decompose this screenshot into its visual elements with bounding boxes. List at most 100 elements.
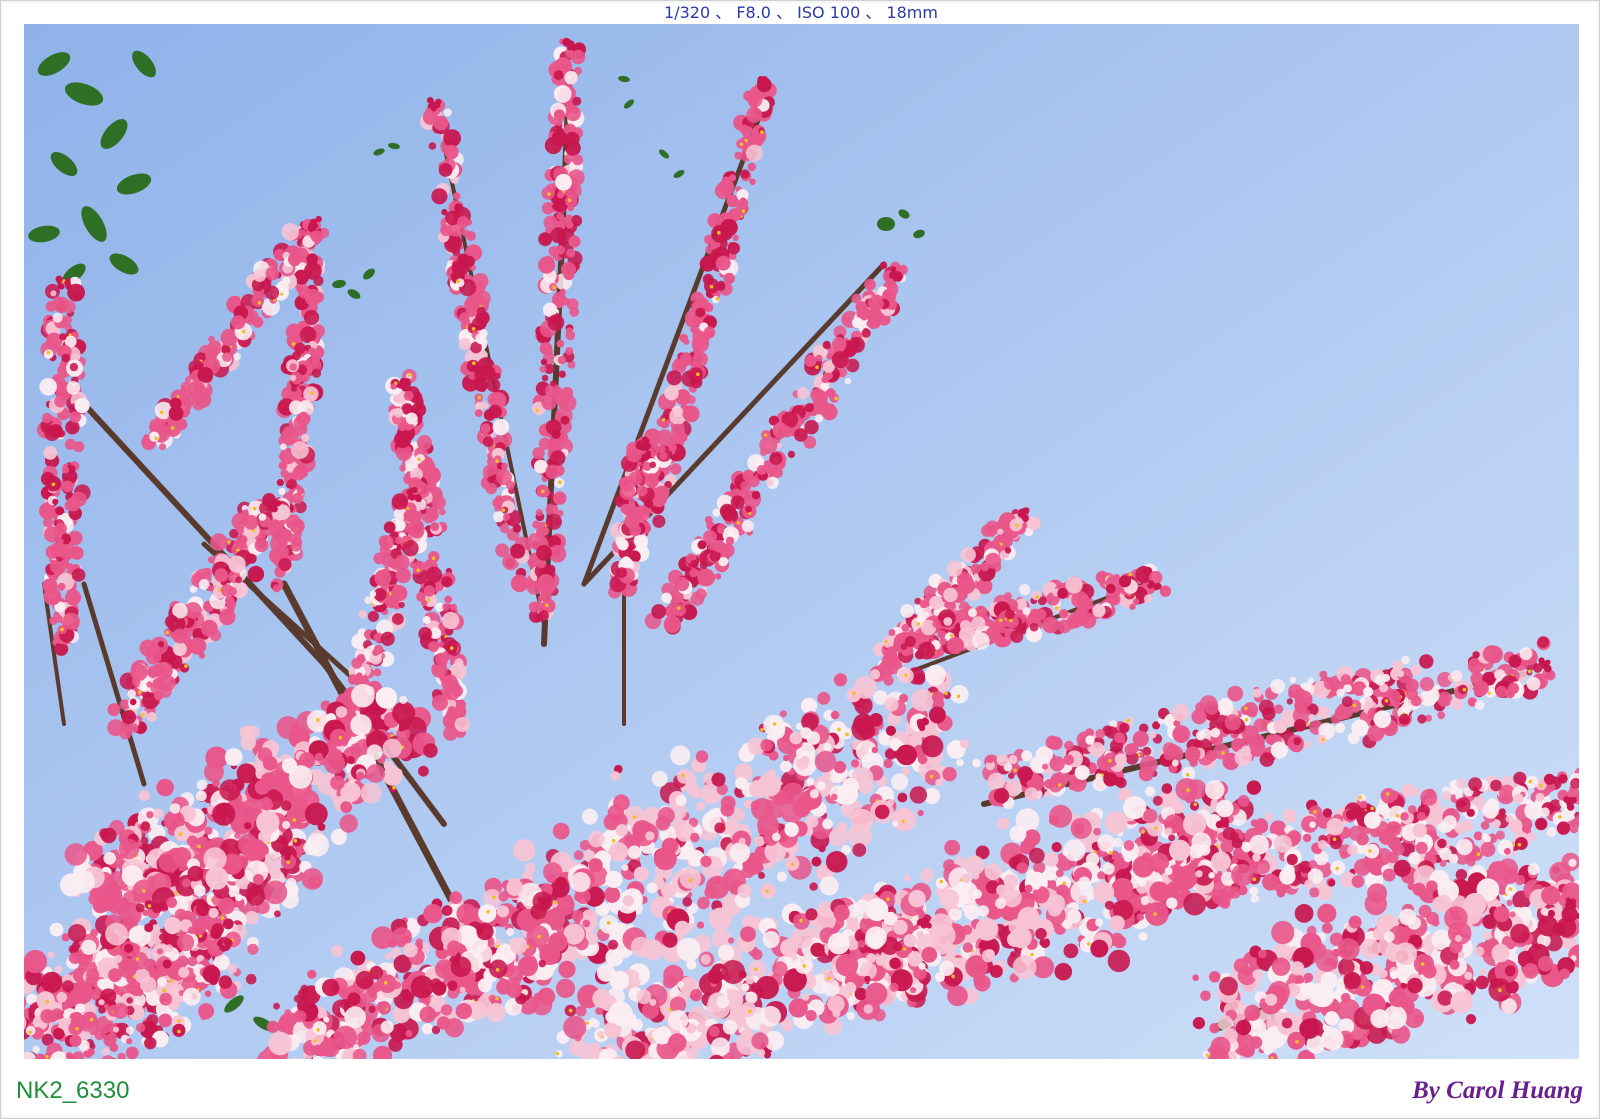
blossom (560, 415, 570, 425)
blossom (968, 608, 977, 618)
blossom (72, 870, 95, 894)
blossom (1259, 752, 1275, 767)
bud (893, 271, 899, 278)
blossom (59, 333, 67, 341)
blossom (1264, 812, 1274, 821)
blossom (668, 443, 677, 452)
blossom (428, 641, 439, 652)
blossom (1363, 686, 1374, 697)
blossom (1059, 609, 1069, 619)
blossom (1347, 844, 1358, 856)
blossom (297, 487, 304, 495)
blossom (1451, 670, 1462, 682)
blossom (280, 469, 289, 478)
blossom (358, 610, 368, 619)
stamen (178, 832, 183, 836)
blossom (1250, 894, 1259, 903)
blossom (288, 252, 302, 267)
blossom (317, 823, 326, 831)
blossom (282, 820, 291, 830)
blossom (311, 368, 322, 378)
blossom (165, 614, 179, 629)
blossom (565, 327, 574, 335)
blossom (1474, 700, 1485, 710)
blossom (1441, 790, 1452, 801)
blossom (81, 939, 97, 955)
blossom (1401, 655, 1410, 665)
blossom (556, 119, 563, 126)
blossom (146, 681, 153, 688)
blossom (129, 723, 139, 733)
blossom (1382, 868, 1396, 882)
bud (406, 385, 412, 392)
stamen (1386, 792, 1390, 796)
blossom (993, 788, 1010, 804)
blossom (901, 623, 910, 632)
blossom (751, 490, 761, 500)
blossom (544, 136, 563, 155)
stamen (1313, 810, 1317, 814)
stamen (547, 192, 551, 196)
blossom (1437, 711, 1446, 720)
blossom (1347, 732, 1360, 745)
blossom (538, 232, 553, 247)
blossom (158, 425, 166, 433)
blossom (1142, 746, 1152, 756)
blossom (50, 542, 65, 557)
stamen (291, 342, 296, 346)
blossom (290, 540, 302, 552)
blossom (71, 568, 86, 582)
stamen (815, 365, 819, 370)
stamen (1358, 795, 1362, 800)
blossom (1206, 750, 1218, 762)
blossom (1293, 737, 1302, 746)
blossom (444, 595, 453, 604)
blossom (335, 706, 348, 718)
blossom (568, 235, 581, 248)
blossom (356, 771, 365, 781)
blossom (1480, 821, 1490, 830)
blossom (146, 712, 157, 722)
blossom (1425, 788, 1436, 798)
bud (890, 266, 897, 272)
bud (1148, 580, 1154, 586)
blossom (172, 628, 188, 644)
blossom (43, 587, 62, 606)
blossom (57, 582, 66, 591)
stamen (916, 622, 921, 626)
blossom (1074, 765, 1090, 781)
blossom (1419, 654, 1434, 669)
blossom (367, 610, 379, 622)
blossom (539, 365, 547, 373)
blossom (1309, 821, 1316, 828)
stamen (174, 891, 179, 896)
blossom (553, 491, 567, 505)
blossom (634, 505, 651, 522)
blossom (380, 631, 395, 647)
blossom (292, 492, 304, 504)
blossom (1273, 719, 1288, 734)
bud (431, 106, 437, 112)
blossom (226, 599, 237, 610)
blossom (145, 645, 158, 658)
stamen (1185, 773, 1190, 777)
blossom (1234, 748, 1252, 767)
blossom (997, 528, 1004, 535)
blossom (1364, 843, 1380, 859)
stamen (169, 979, 173, 983)
blossom (649, 461, 657, 469)
blossom (304, 802, 328, 826)
blossom (1513, 771, 1527, 785)
blossom (488, 404, 502, 419)
blossom (391, 493, 409, 510)
stamen (170, 426, 175, 430)
blossom (1024, 787, 1039, 802)
blossom (1269, 862, 1277, 870)
blossom (152, 677, 165, 690)
blossom (939, 637, 947, 646)
blossom (1132, 598, 1140, 605)
blossom (258, 513, 267, 521)
blossom (306, 253, 319, 265)
blossom (291, 385, 297, 392)
blossom (713, 540, 726, 553)
